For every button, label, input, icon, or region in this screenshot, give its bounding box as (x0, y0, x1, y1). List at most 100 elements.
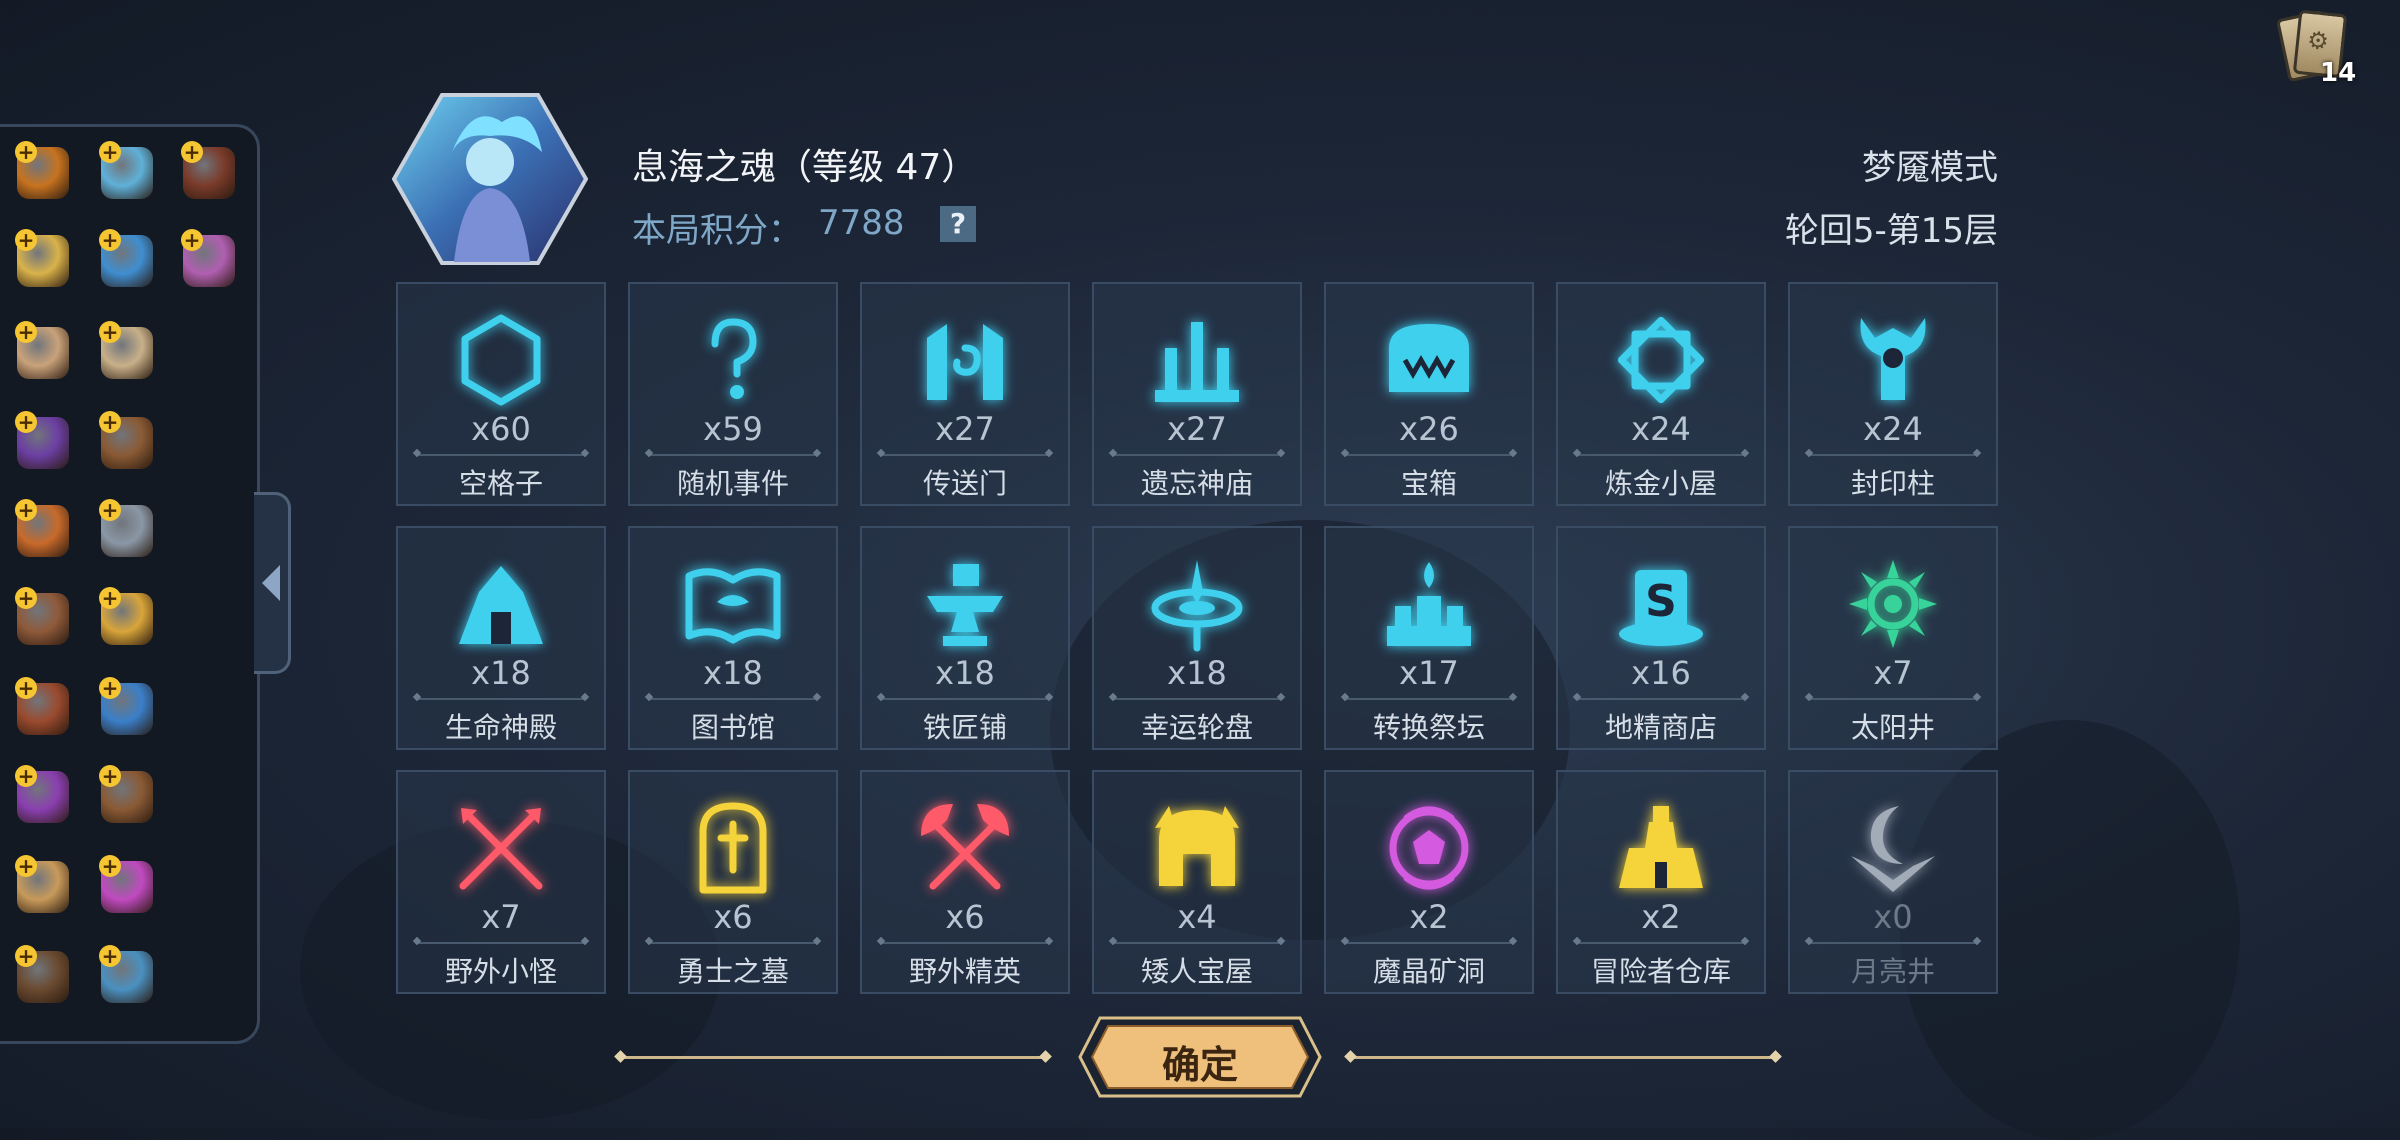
life-temple-icon (449, 552, 553, 656)
spiked-ring-icon[interactable]: + (11, 585, 73, 647)
tile-moon-well[interactable]: x0 月亮井 (1788, 770, 1998, 994)
tile-chest[interactable]: x26 宝箱 (1324, 282, 1534, 506)
tile-alchemy[interactable]: x24 炼金小屋 (1556, 282, 1766, 506)
hero-portrait[interactable] (391, 92, 589, 266)
collapse-inventory-button[interactable] (254, 492, 291, 674)
wheel-icon (1145, 552, 1249, 656)
tile-anvil[interactable]: x18 铁匠铺 (860, 526, 1070, 750)
library-icon (681, 552, 785, 656)
tile-crystal-mine[interactable]: x2 魔晶矿洞 (1324, 770, 1534, 994)
tile-count: x7 (481, 898, 521, 936)
tile-life-temple[interactable]: x18 生命神殿 (396, 526, 606, 750)
bagpipe-icon[interactable]: + (177, 139, 239, 201)
tile-hexagon[interactable]: x60 空格子 (396, 282, 606, 506)
rock-fire-icon[interactable]: + (11, 675, 73, 737)
tile-label: 地精商店 (1604, 711, 1717, 744)
tile-altar[interactable]: x17 转换祭坛 (1324, 526, 1534, 750)
tile-divider (1344, 698, 1514, 700)
tile-divider (648, 942, 818, 944)
tile-divider (1576, 698, 1746, 700)
temple-icon (1145, 308, 1249, 412)
sun-well-icon (1841, 552, 1945, 656)
dragon-egg-icon[interactable]: + (95, 227, 157, 289)
flower-bouquet-icon[interactable]: + (95, 139, 157, 201)
tile-label: 随机事件 (676, 467, 789, 500)
tile-crossed-swords[interactable]: x7 野外小怪 (396, 770, 606, 994)
tile-count: x4 (1177, 898, 1217, 936)
plus-badge-icon: + (99, 141, 121, 163)
tile-crossed-axes[interactable]: x6 野外精英 (860, 770, 1070, 994)
wizard-hat-icon[interactable]: + (11, 409, 73, 471)
tile-divider (416, 942, 586, 944)
spiked-shell-icon[interactable]: + (11, 497, 73, 559)
plus-badge-icon: + (99, 945, 121, 967)
help-button[interactable]: ? (940, 206, 976, 242)
tile-divider (1344, 942, 1514, 944)
tile-temple[interactable]: x27 遗忘神庙 (1092, 282, 1302, 506)
altar-icon (1377, 552, 1481, 656)
tile-library[interactable]: x18 图书馆 (628, 526, 838, 750)
tile-question[interactable]: x59 随机事件 (628, 282, 838, 506)
tile-count: x59 (703, 410, 763, 448)
tomb-icon (681, 796, 785, 900)
crystal-mine-icon (1377, 796, 1481, 900)
plus-badge-icon: + (15, 321, 37, 343)
portal-icon (913, 308, 1017, 412)
seal-pillar-icon (1841, 308, 1945, 412)
purple-orb-icon[interactable]: + (11, 763, 73, 825)
parchment-icon[interactable]: + (95, 319, 157, 381)
golden-key-icon[interactable]: + (95, 585, 157, 647)
tile-label: 图书馆 (690, 711, 775, 744)
tile-label: 生命神殿 (444, 711, 557, 744)
tile-count: x18 (935, 654, 995, 692)
tile-portal[interactable]: x27 传送门 (860, 282, 1070, 506)
treasure-chest-icon[interactable]: + (95, 943, 157, 1005)
plus-badge-icon: + (99, 411, 121, 433)
card-deck-button[interactable]: 14 (2275, 8, 2356, 88)
plus-badge-icon: + (15, 499, 37, 521)
tile-divider (1808, 942, 1978, 944)
decorative-line-left (620, 1056, 1046, 1059)
sealed-scroll-icon[interactable]: + (11, 319, 73, 381)
wooden-box-icon[interactable]: + (95, 409, 157, 471)
plus-badge-icon: + (15, 229, 37, 251)
map-tile-grid: x60 空格子 x59 随机事件 x27 传送门 x27 遗忘神庙 x26 宝箱 x24 炼金小屋 x2… (396, 282, 1998, 994)
war-hammer-icon[interactable]: + (95, 497, 157, 559)
pearl-shell-icon[interactable]: + (177, 227, 239, 289)
tile-warehouse[interactable]: x2 冒险者仓库 (1556, 770, 1766, 994)
tile-count: x17 (1399, 654, 1459, 692)
svg-text:S: S (1645, 576, 1677, 627)
tile-divider (880, 454, 1050, 456)
hero-name: 息海之魂（等级 47） (632, 147, 978, 188)
tile-dwarf-house[interactable]: x4 矮人宝屋 (1092, 770, 1302, 994)
hexagon-icon (449, 308, 553, 412)
anvil-icon (913, 552, 1017, 656)
tile-count: x18 (1167, 654, 1227, 692)
plus-badge-icon: + (15, 765, 37, 787)
tile-divider (1344, 454, 1514, 456)
tile-tomb[interactable]: x6 勇士之墓 (628, 770, 838, 994)
tile-sun-well[interactable]: x7 太阳井 (1788, 526, 1998, 750)
confirm-button[interactable]: 确定 (1078, 1016, 1322, 1098)
tile-count: x6 (945, 898, 985, 936)
torch-icon[interactable]: + (11, 139, 73, 201)
pinwheel-icon[interactable]: + (95, 675, 157, 737)
treasure-map-icon[interactable]: + (11, 853, 73, 915)
tile-seal-pillar[interactable]: x24 封印柱 (1788, 282, 1998, 506)
plus-badge-icon: + (99, 321, 121, 343)
pink-potion-icon[interactable]: + (95, 853, 157, 915)
confirm-label: 确定 (1161, 1043, 1238, 1087)
spell-book-icon[interactable]: + (11, 943, 73, 1005)
pocket-watch-icon[interactable]: + (11, 227, 73, 289)
tile-count: x2 (1641, 898, 1681, 936)
tile-divider (1576, 454, 1746, 456)
leather-bag-icon[interactable]: + (95, 763, 157, 825)
tile-label: 炼金小屋 (1604, 467, 1717, 500)
tile-count: x24 (1863, 410, 1923, 448)
score-value: 7788 (818, 203, 905, 243)
tile-shop[interactable]: Sx16 地精商店 (1556, 526, 1766, 750)
tile-count: x2 (1409, 898, 1449, 936)
question-icon (681, 308, 785, 412)
plus-badge-icon: + (99, 765, 121, 787)
tile-wheel[interactable]: x18 幸运轮盘 (1092, 526, 1302, 750)
